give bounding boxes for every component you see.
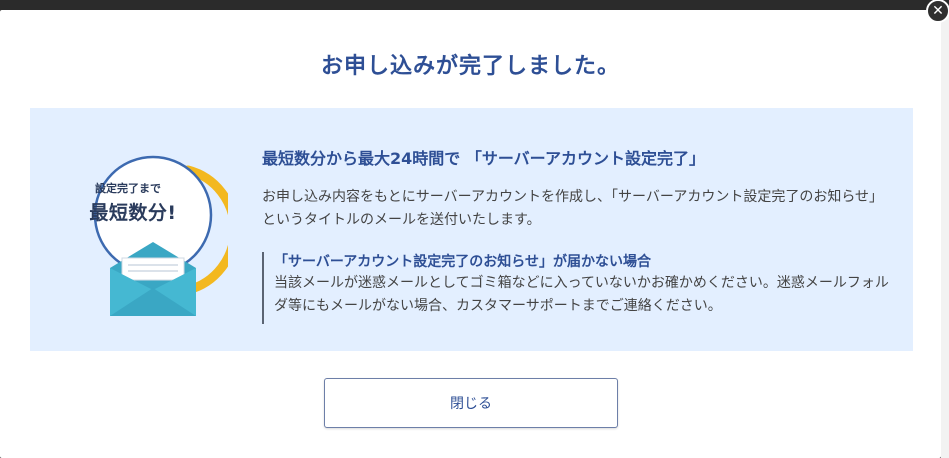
notice-block: 「サーバーアカウント設定完了のお知らせ」が届かない場合 当該メールが迷惑メールと…: [262, 252, 892, 324]
envelope-clock-icon: [93, 155, 239, 316]
mail-illustration: [78, 150, 239, 320]
notice-body: 当該メールが迷惑メールとしてゴミ箱などに入っていないかお確かめください。迷惑メー…: [274, 275, 889, 314]
badge-line2: 最短数分!: [89, 202, 177, 224]
modal-title: お申し込みが完了しました。: [320, 54, 620, 79]
backdrop-right-strip: [941, 12, 949, 458]
close-button[interactable]: 閉じる: [324, 378, 618, 428]
info-box: 設定完了まで 最短数分! 最短数分から最大24時間で 「サーバーアカウント設定完…: [30, 108, 913, 351]
notice-title: 「サーバーアカウント設定完了のお知らせ」が届かない場合: [274, 254, 652, 270]
badge-line1: 設定完了まで: [95, 182, 161, 195]
info-heading: 最短数分から最大24時間で 「サーバーアカウント設定完了」: [262, 149, 706, 168]
close-icon[interactable]: ✕: [926, 0, 949, 23]
completion-modal: お申し込みが完了しました。 設定完了まで 最短数分! 最短数分から最大24時間で…: [0, 10, 941, 458]
info-description: お申し込み内容をもとにサーバーアカウントを作成し、「サーバーアカウント設定完了の…: [262, 189, 884, 228]
